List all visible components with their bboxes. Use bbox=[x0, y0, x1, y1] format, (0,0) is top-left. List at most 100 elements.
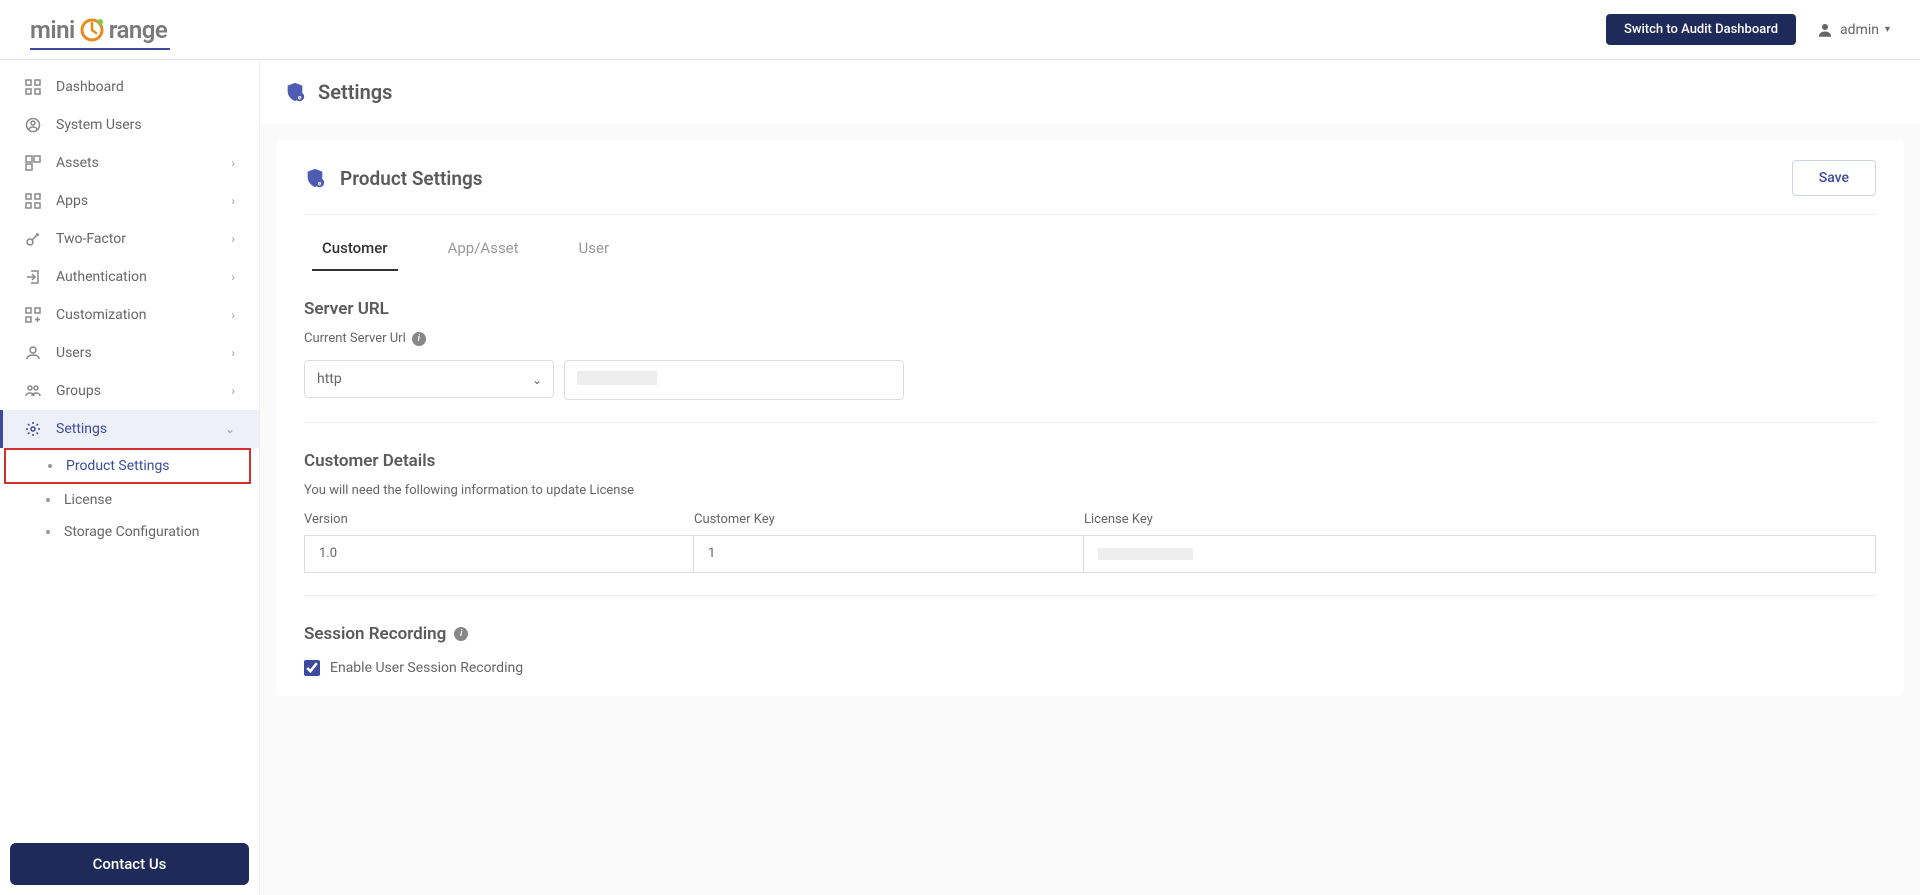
card-header: e Product Settings Save bbox=[304, 160, 1876, 215]
sidebar-item-label: License bbox=[64, 492, 247, 508]
username-label: admin bbox=[1840, 22, 1879, 38]
redacted-value bbox=[577, 371, 657, 385]
divider bbox=[304, 422, 1876, 423]
chevron-right-icon: › bbox=[231, 232, 235, 246]
server-url-label: Current Server Url i bbox=[304, 331, 1876, 346]
main-content: e Settings e Product Settings Save Custo… bbox=[260, 60, 1920, 895]
users-icon bbox=[24, 344, 42, 362]
chevron-right-icon: › bbox=[231, 270, 235, 284]
tab-app-asset[interactable]: App/Asset bbox=[438, 233, 529, 271]
card-title: Product Settings bbox=[340, 167, 483, 190]
server-url-input[interactable] bbox=[564, 360, 904, 400]
page-header: e Settings bbox=[260, 60, 1920, 124]
chevron-right-icon: › bbox=[231, 346, 235, 360]
sidebar-item-users[interactable]: Users › bbox=[0, 334, 259, 372]
redacted-value bbox=[1098, 548, 1193, 560]
settings-submenu: Product Settings License Storage Configu… bbox=[0, 448, 259, 548]
contact-us-button[interactable]: Contact Us bbox=[10, 843, 249, 885]
caret-down-icon: ▾ bbox=[1885, 24, 1890, 35]
sidebar-item-label: Settings bbox=[56, 421, 211, 437]
sidebar-item-label: Groups bbox=[56, 383, 217, 399]
tab-user[interactable]: User bbox=[569, 233, 620, 271]
dashboard-icon bbox=[24, 78, 42, 96]
sidebar-item-label: Product Settings bbox=[66, 458, 237, 474]
license-key-label: License Key bbox=[1084, 512, 1876, 527]
sidebar-item-label: Storage Configuration bbox=[64, 524, 247, 540]
sidebar-item-groups[interactable]: Groups › bbox=[0, 372, 259, 410]
logo: mini range bbox=[30, 16, 167, 44]
gear-icon bbox=[24, 420, 42, 438]
tab-customer[interactable]: Customer bbox=[312, 233, 398, 271]
sidebar-item-customization[interactable]: Customization › bbox=[0, 296, 259, 334]
sidebar-item-label: Assets bbox=[56, 155, 217, 171]
customer-key-value: 1 bbox=[694, 535, 1084, 573]
sidebar-sub-product-settings[interactable]: Product Settings bbox=[4, 448, 251, 484]
page-title: Settings bbox=[318, 80, 392, 104]
chevron-right-icon: › bbox=[231, 194, 235, 208]
nav: Dashboard System Users Assets › Apps › T… bbox=[0, 60, 259, 833]
user-icon bbox=[1816, 21, 1834, 39]
groups-icon bbox=[24, 382, 42, 400]
session-recording-heading: Session Recording i bbox=[304, 624, 1876, 644]
user-menu[interactable]: admin ▾ bbox=[1816, 21, 1890, 39]
customer-details-heading: Customer Details bbox=[304, 451, 1876, 471]
checkbox-label: Enable User Session Recording bbox=[330, 660, 523, 676]
tabs: Customer App/Asset User bbox=[304, 233, 1876, 271]
save-button[interactable]: Save bbox=[1792, 160, 1876, 196]
sidebar-item-label: Apps bbox=[56, 193, 217, 209]
server-url-heading: Server URL bbox=[304, 299, 1876, 319]
protocol-select-wrap[interactable]: http ⌄ bbox=[304, 360, 554, 400]
license-key-value bbox=[1084, 535, 1876, 573]
server-url-section: Server URL Current Server Url i http ⌄ bbox=[304, 299, 1876, 400]
shield-icon: e bbox=[284, 81, 306, 103]
sidebar-item-system-users[interactable]: System Users bbox=[0, 106, 259, 144]
version-column: Version 1.0 bbox=[304, 512, 694, 573]
info-icon[interactable]: i bbox=[412, 332, 426, 346]
sidebar: Dashboard System Users Assets › Apps › T… bbox=[0, 60, 260, 895]
sidebar-item-label: System Users bbox=[56, 117, 235, 133]
bullet-icon bbox=[46, 530, 50, 534]
customer-key-column: Customer Key 1 bbox=[694, 512, 1084, 573]
customer-key-label: Customer Key bbox=[694, 512, 1084, 527]
protocol-select[interactable]: http bbox=[304, 360, 554, 398]
sidebar-sub-storage-configuration[interactable]: Storage Configuration bbox=[46, 516, 259, 548]
version-value: 1.0 bbox=[304, 535, 694, 573]
sidebar-item-label: Users bbox=[56, 345, 217, 361]
sidebar-sub-license[interactable]: License bbox=[46, 484, 259, 516]
bullet-icon bbox=[46, 498, 50, 502]
session-recording-section: Session Recording i Enable User Session … bbox=[304, 624, 1876, 676]
switch-audit-button[interactable]: Switch to Audit Dashboard bbox=[1606, 14, 1796, 45]
customer-details-grid: Version 1.0 Customer Key 1 License Key bbox=[304, 512, 1876, 573]
login-icon bbox=[24, 268, 42, 286]
apps-icon bbox=[24, 192, 42, 210]
logo-suffix: range bbox=[109, 16, 168, 44]
system-users-icon bbox=[24, 116, 42, 134]
info-icon[interactable]: i bbox=[454, 627, 468, 641]
sidebar-item-authentication[interactable]: Authentication › bbox=[0, 258, 259, 296]
sidebar-item-settings[interactable]: Settings ⌄ bbox=[0, 410, 259, 448]
sidebar-item-label: Customization bbox=[56, 307, 217, 323]
logo-orange-icon bbox=[79, 17, 105, 43]
sidebar-item-apps[interactable]: Apps › bbox=[0, 182, 259, 220]
app-header: mini range Switch to Audit Dashboard adm… bbox=[0, 0, 1920, 60]
version-label: Version bbox=[304, 512, 694, 527]
chevron-right-icon: › bbox=[231, 384, 235, 398]
svg-text:e: e bbox=[318, 179, 322, 187]
shield-icon: e bbox=[304, 167, 326, 189]
sidebar-item-label: Authentication bbox=[56, 269, 217, 285]
license-key-column: License Key bbox=[1084, 512, 1876, 573]
svg-text:e: e bbox=[298, 93, 302, 101]
header-right: Switch to Audit Dashboard admin ▾ bbox=[1606, 14, 1890, 45]
session-recording-checkbox-row: Enable User Session Recording bbox=[304, 660, 1876, 676]
enable-session-recording-checkbox[interactable] bbox=[304, 660, 320, 676]
customer-details-section: Customer Details You will need the follo… bbox=[304, 451, 1876, 573]
assets-icon bbox=[24, 154, 42, 172]
sidebar-item-two-factor[interactable]: Two-Factor › bbox=[0, 220, 259, 258]
chevron-down-icon: ⌄ bbox=[225, 422, 235, 436]
sidebar-item-dashboard[interactable]: Dashboard bbox=[0, 68, 259, 106]
bullet-icon bbox=[48, 464, 52, 468]
sidebar-item-assets[interactable]: Assets › bbox=[0, 144, 259, 182]
customization-icon bbox=[24, 306, 42, 324]
key-icon bbox=[24, 230, 42, 248]
customer-details-subtext: You will need the following information … bbox=[304, 483, 1876, 498]
